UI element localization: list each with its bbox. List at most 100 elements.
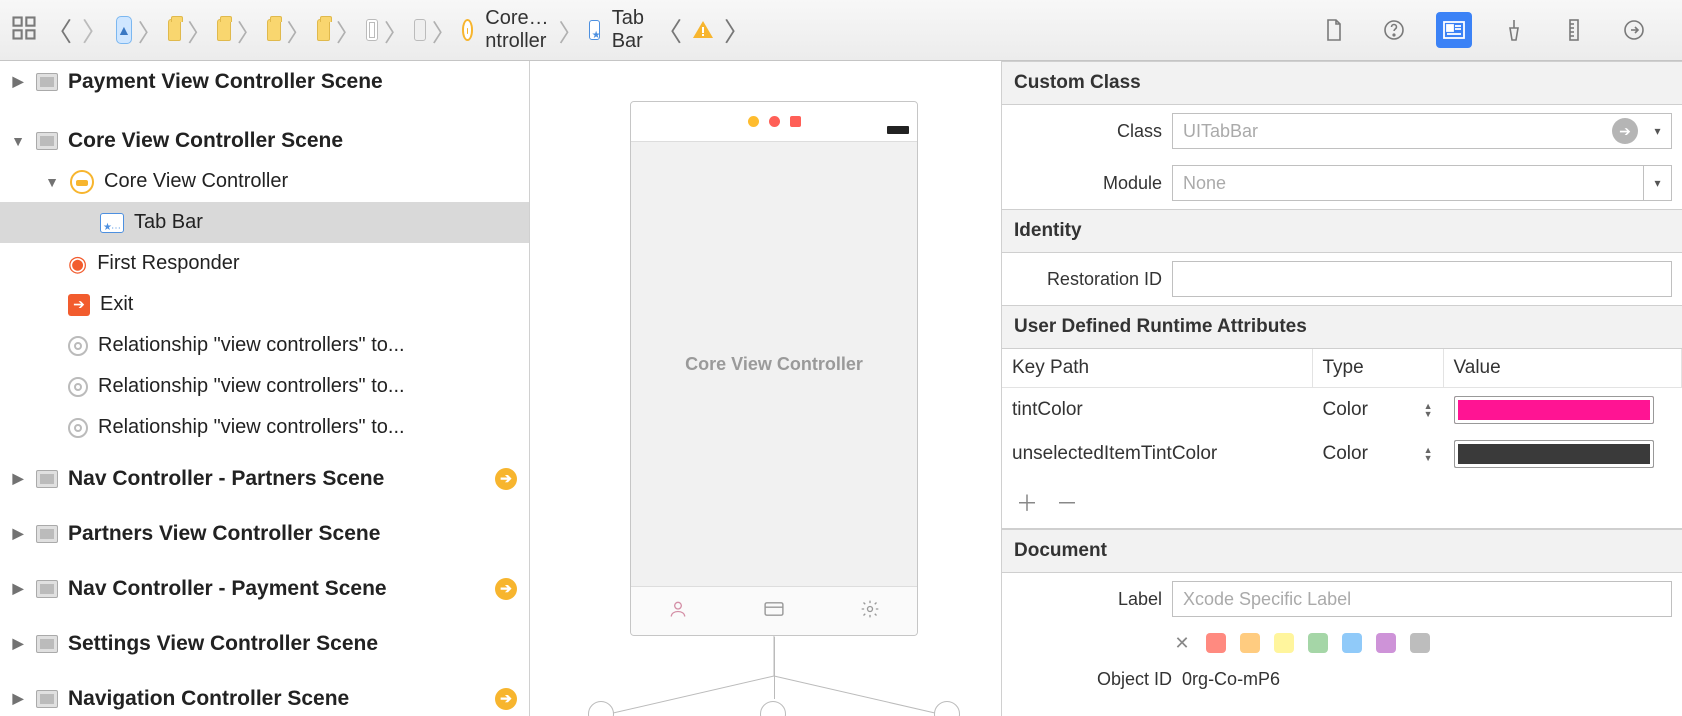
stepper-icon[interactable]: ▲▼ <box>1424 446 1433 462</box>
dot-icon <box>790 116 801 127</box>
core-view-controller[interactable]: ▼ Core View Controller <box>0 161 529 202</box>
breadcrumb-tabbar[interactable]: Tab Bar <box>608 7 648 53</box>
disclosure-closed-icon[interactable]: ▶ <box>10 525 26 542</box>
runtime-attributes-table[interactable]: Key Path Type Value tintColor Color ▲▼ un… <box>1002 349 1682 476</box>
color-tag[interactable] <box>1410 633 1430 653</box>
table-row[interactable]: unselectedItemTintColor Color ▲▼ <box>1002 432 1682 476</box>
scene-navigation[interactable]: ▶ Navigation Controller Scene ➔ <box>0 678 529 716</box>
attr-keypath[interactable]: unselectedItemTintColor <box>1002 432 1312 476</box>
storyboard-icon[interactable] <box>414 19 426 41</box>
chevron-right-icon: 〉 <box>559 13 583 48</box>
breadcrumb: ▲ 〉 〉 〉 〉 〉 〉 〉 Core…ntroller 〉 Tab Bar <box>116 7 648 53</box>
tab-bar-item[interactable]: Tab Bar <box>0 202 529 243</box>
col-value[interactable]: Value <box>1443 349 1682 388</box>
disclosure-closed-icon[interactable]: ▶ <box>10 635 26 652</box>
disclosure-open-icon[interactable]: ▼ <box>10 133 26 149</box>
folder-icon[interactable] <box>317 19 331 41</box>
item-label: Tab Bar <box>134 211 529 234</box>
project-icon[interactable]: ▲ <box>116 16 132 44</box>
preview-tabbar[interactable] <box>631 586 917 636</box>
attr-type[interactable]: Color <box>1323 443 1368 465</box>
doc-label-input[interactable] <box>1172 581 1672 617</box>
exit-item[interactable]: ➔ Exit <box>0 284 529 325</box>
add-attr-button[interactable]: ＋ <box>1016 486 1038 518</box>
interface-builder-canvas[interactable]: Core View Controller <box>530 61 1002 716</box>
viewcontroller-icon[interactable] <box>462 19 473 41</box>
color-tag[interactable] <box>1274 633 1294 653</box>
nav-back-icon[interactable]: 〈 <box>44 12 74 49</box>
person-icon[interactable] <box>668 599 688 624</box>
chevron-right-icon: 〉 <box>187 13 211 48</box>
folder-icon[interactable] <box>267 19 281 41</box>
dropdown-icon[interactable]: ▾ <box>1644 165 1672 201</box>
item-label: Core View Controller <box>104 170 529 193</box>
help-inspector-tab[interactable] <box>1376 12 1412 48</box>
attributes-inspector-tab[interactable] <box>1496 12 1532 48</box>
goto-class-icon[interactable]: ➔ <box>1612 118 1638 144</box>
module-input[interactable] <box>1172 165 1644 201</box>
remove-attr-button[interactable]: － <box>1056 486 1078 518</box>
scene-nav-partners[interactable]: ▶ Nav Controller - Partners Scene ➔ <box>0 458 529 499</box>
col-keypath[interactable]: Key Path <box>1002 349 1312 388</box>
entry-point-icon: ➔ <box>495 578 517 600</box>
col-type[interactable]: Type <box>1312 349 1443 388</box>
attr-type[interactable]: Color <box>1323 399 1368 421</box>
related-items-icon[interactable] <box>10 14 38 46</box>
table-row[interactable]: tintColor Color ▲▼ <box>1002 388 1682 433</box>
restoration-input[interactable] <box>1172 261 1672 297</box>
connections-inspector-tab[interactable] <box>1616 12 1652 48</box>
color-tag[interactable] <box>1342 633 1362 653</box>
size-inspector-tab[interactable] <box>1556 12 1592 48</box>
scene-partners-view[interactable]: ▶ Partners View Controller Scene <box>0 513 529 554</box>
scene-payment[interactable]: ▶ Payment View Controller Scene <box>0 61 529 102</box>
attr-add-remove: ＋ － <box>1002 476 1682 529</box>
file-inspector-tab[interactable] <box>1316 12 1352 48</box>
color-swatch[interactable] <box>1454 396 1654 424</box>
attr-keypath[interactable]: tintColor <box>1002 388 1312 433</box>
issues-forward-icon[interactable]: 〉 <box>722 12 752 49</box>
class-row: Class ➔ ▾ <box>1002 105 1682 157</box>
scene-settings[interactable]: ▶ Settings View Controller Scene <box>0 623 529 664</box>
issues-back-icon[interactable]: 〈 <box>654 12 684 49</box>
disclosure-closed-icon[interactable]: ▶ <box>10 690 26 707</box>
folder-icon[interactable] <box>168 19 182 41</box>
scene-nav-payment[interactable]: ▶ Nav Controller - Payment Scene ➔ <box>0 568 529 609</box>
exit-icon: ➔ <box>68 294 90 316</box>
scene-label: Partners View Controller Scene <box>68 522 529 546</box>
color-tag[interactable] <box>1308 633 1328 653</box>
color-swatch[interactable] <box>1454 440 1654 468</box>
relationship-segue[interactable]: Relationship "view controllers" to... <box>0 366 529 407</box>
entry-point-icon: ➔ <box>495 688 517 710</box>
relationship-segue[interactable]: Relationship "view controllers" to... <box>0 407 529 448</box>
color-tag[interactable] <box>1376 633 1396 653</box>
module-label: Module <box>1002 173 1162 194</box>
disclosure-closed-icon[interactable]: ▶ <box>10 580 26 597</box>
item-label: Relationship "view controllers" to... <box>98 416 529 439</box>
breadcrumb-core[interactable]: Core…ntroller <box>481 7 552 53</box>
doc-label-row: Label <box>1002 573 1682 625</box>
gear-icon[interactable] <box>860 599 880 624</box>
scene-label: Payment View Controller Scene <box>68 70 529 94</box>
folder-icon[interactable] <box>217 19 231 41</box>
disclosure-open-icon[interactable]: ▼ <box>44 174 60 190</box>
card-icon[interactable] <box>763 601 785 622</box>
stepper-icon[interactable]: ▲▼ <box>1424 402 1433 418</box>
class-input[interactable] <box>1172 113 1646 149</box>
warning-icon[interactable] <box>690 17 716 43</box>
disclosure-closed-icon[interactable]: ▶ <box>10 73 26 90</box>
clear-tag-icon[interactable]: ✕ <box>1172 633 1192 653</box>
first-responder-item[interactable]: ◉ First Responder <box>0 243 529 284</box>
identity-inspector-tab[interactable] <box>1436 12 1472 48</box>
disclosure-closed-icon[interactable]: ▶ <box>10 470 26 487</box>
color-tag[interactable] <box>1206 633 1226 653</box>
nav-forward-icon[interactable]: 〉 <box>80 12 110 49</box>
storyboard-file-icon[interactable] <box>366 19 378 41</box>
scene-core[interactable]: ▼ Core View Controller Scene <box>0 120 529 161</box>
segue-icon <box>68 336 88 356</box>
relationship-segue[interactable]: Relationship "view controllers" to... <box>0 325 529 366</box>
dropdown-icon[interactable]: ▾ <box>1644 113 1672 149</box>
tabbar-icon[interactable] <box>589 20 600 40</box>
segue-icon <box>68 418 88 438</box>
scene-preview[interactable]: Core View Controller <box>630 101 918 636</box>
color-tag[interactable] <box>1240 633 1260 653</box>
